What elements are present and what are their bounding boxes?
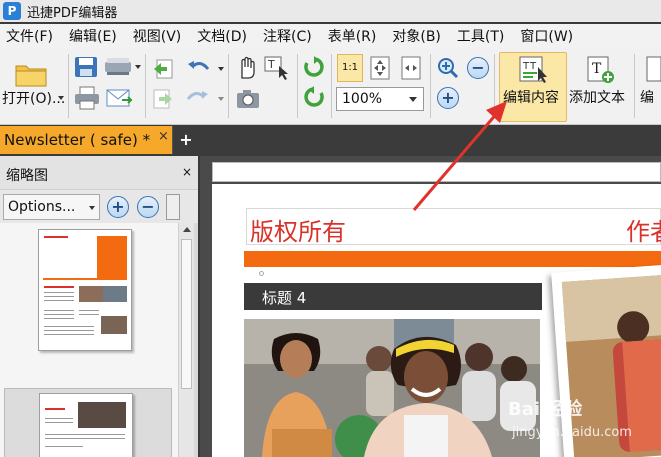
thumbnail-panel-title: 缩略图: [6, 168, 48, 184]
zoom-level-value: 100%: [342, 91, 383, 107]
menu-window[interactable]: 窗口(W): [512, 26, 581, 46]
thumbnail-zoom-out-icon[interactable]: −: [137, 196, 159, 218]
undo-icon[interactable]: [186, 58, 210, 80]
undo-dropdown-caret-icon[interactable]: [218, 67, 224, 71]
rotate-counterclockwise-icon[interactable]: [303, 86, 325, 110]
heading-4-text[interactable]: 标题 4: [262, 287, 306, 308]
fit-width-icon[interactable]: [400, 56, 422, 80]
new-tab-plus-icon[interactable]: +: [177, 131, 195, 149]
page-thumbnail-2[interactable]: [39, 393, 133, 457]
edit-content-label: 编辑内容: [503, 90, 559, 106]
baidu-watermark: Bai 经验: [508, 399, 583, 420]
menu-comment[interactable]: 注释(C): [255, 26, 320, 46]
edit-object-icon[interactable]: [645, 55, 661, 85]
svg-text:T: T: [592, 61, 602, 77]
open-button-label[interactable]: 打开(O)...: [2, 88, 65, 108]
thumbnail-close-icon[interactable]: ×: [182, 165, 192, 179]
menu-view[interactable]: 视图(V): [125, 26, 190, 46]
previous-page-edge: [212, 162, 661, 182]
scroll-up-arrow-icon[interactable]: [183, 227, 191, 232]
anchor-handle[interactable]: [259, 271, 264, 276]
thumbnail-options-label: Options...: [8, 199, 76, 215]
thumbnail-scrollbar[interactable]: [178, 223, 194, 457]
svg-text:T: T: [267, 58, 275, 71]
thumbnail-zoom-in-icon[interactable]: +: [107, 196, 129, 218]
thumbnail-size-dropdown[interactable]: [166, 194, 180, 220]
menu-document[interactable]: 文档(D): [189, 26, 255, 46]
open-dropdown-caret-icon[interactable]: [58, 96, 64, 100]
menu-object[interactable]: 对象(B): [384, 26, 449, 46]
app-logo-icon: P: [3, 2, 21, 20]
thumbnail-panel-header: 缩略图 ×: [0, 156, 198, 189]
options-dropdown-caret-icon: [89, 206, 95, 210]
page-thumbnail-1[interactable]: [38, 229, 132, 351]
title-bar: P 迅捷PDF编辑器: [0, 0, 661, 22]
thumbnail-options-dropdown[interactable]: Options...: [3, 194, 100, 220]
main-photo[interactable]: [244, 319, 540, 457]
thumbnail-panel: 缩略图 × Options... + − 1: [0, 156, 198, 457]
menu-edit[interactable]: 编辑(E): [61, 26, 125, 46]
menu-form[interactable]: 表单(R): [320, 26, 385, 46]
page-thumbnail-2-frame[interactable]: [4, 388, 172, 457]
select-text-icon[interactable]: T: [264, 56, 290, 80]
svg-text:T: T: [529, 61, 537, 72]
rotate-clockwise-icon[interactable]: [303, 56, 325, 80]
menu-tools[interactable]: 工具(T): [449, 26, 512, 46]
print-icon[interactable]: [74, 86, 100, 110]
hand-tool-icon[interactable]: [236, 56, 258, 80]
app-title: 迅捷PDF编辑器: [27, 5, 118, 21]
author-heading[interactable]: 作者: [626, 212, 661, 247]
scrollbar-thumb[interactable]: [181, 239, 192, 389]
snapshot-camera-icon[interactable]: [236, 88, 260, 110]
menu-file[interactable]: 文件(F): [0, 26, 61, 46]
scanner-icon[interactable]: [104, 56, 132, 78]
baidu-watermark-url: jingyan.baidu.com: [512, 425, 632, 440]
next-page-icon[interactable]: [152, 88, 174, 110]
thumbnail-toolbar: Options... + −: [0, 189, 198, 223]
actual-size-icon[interactable]: 1:1: [337, 54, 363, 82]
zoom-out-icon[interactable]: −: [467, 57, 489, 79]
previous-page-icon[interactable]: [152, 58, 174, 80]
document-tab-bar: Newsletter ( safe) * × +: [0, 126, 661, 154]
page-thumbnail-2-preview: [45, 402, 126, 447]
redo-icon[interactable]: [186, 88, 210, 110]
zoom-dropdown-caret-icon[interactable]: [409, 97, 417, 102]
orange-divider-bar: [244, 251, 661, 267]
menu-bar: 文件(F) 编辑(E) 视图(V) 文档(D) 注释(C) 表单(R) 对象(B…: [0, 24, 661, 48]
zoom-marquee-icon[interactable]: [436, 56, 460, 80]
zoom-level-select[interactable]: 100%: [336, 87, 424, 111]
fit-page-icon[interactable]: [369, 56, 391, 80]
save-icon[interactable]: [74, 56, 98, 78]
edit-content-icon: TT: [519, 56, 547, 83]
edit-object-label[interactable]: 编: [640, 87, 654, 107]
scanner-dropdown-caret-icon[interactable]: [135, 65, 141, 69]
add-text-label[interactable]: 添加文本: [569, 87, 625, 107]
tab-close-icon[interactable]: ×: [158, 129, 169, 144]
redo-dropdown-caret-icon[interactable]: [218, 97, 224, 101]
open-folder-icon[interactable]: [14, 58, 48, 88]
email-icon[interactable]: [106, 86, 132, 110]
tab-newsletter-label: Newsletter ( safe) *: [4, 131, 151, 149]
add-text-icon[interactable]: T: [586, 55, 616, 85]
zoom-in-icon[interactable]: +: [437, 87, 459, 109]
tab-newsletter[interactable]: Newsletter ( safe) * ×: [0, 126, 173, 154]
copyright-heading[interactable]: 版权所有: [250, 212, 346, 247]
page-thumbnail-preview: [43, 236, 127, 335]
svg-text:T: T: [522, 61, 530, 72]
